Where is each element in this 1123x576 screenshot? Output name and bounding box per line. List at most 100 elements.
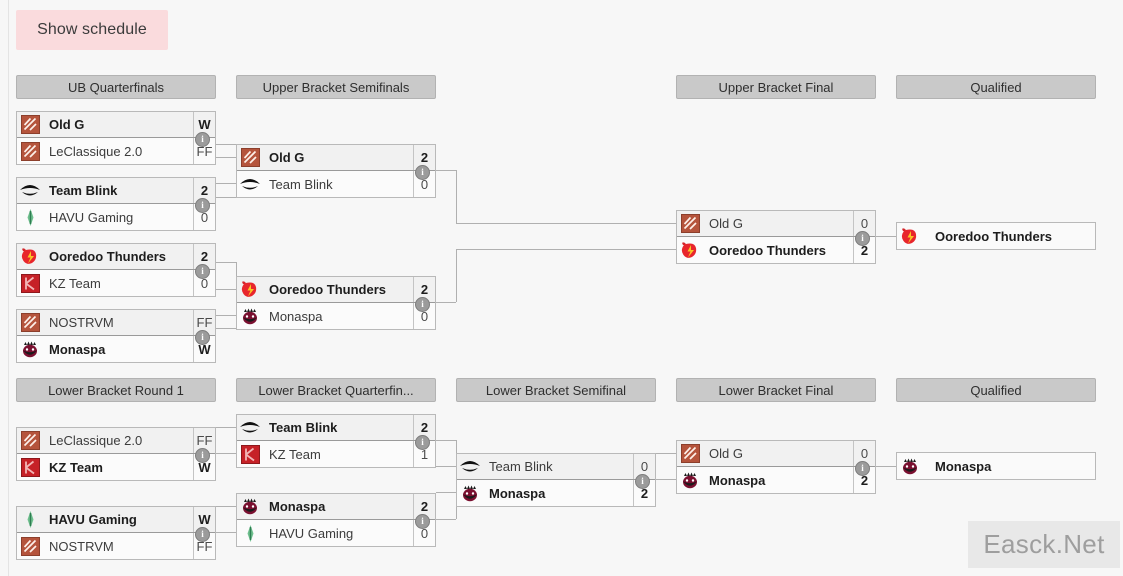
connector bbox=[216, 197, 236, 198]
team-name: KZ Team bbox=[49, 275, 101, 291]
match-lb-r1-2[interactable]: HAVU Gaming W NOSTRVM FF i bbox=[16, 506, 216, 560]
match-lb-final[interactable]: Old G 0 Monaspa 2 i bbox=[676, 440, 876, 494]
match-info-icon[interactable]: i bbox=[195, 527, 210, 542]
team-blink-logo-icon bbox=[237, 415, 263, 441]
match-row-top[interactable]: Old G 0 bbox=[677, 211, 875, 237]
connector bbox=[216, 144, 236, 145]
havu-logo-icon bbox=[17, 204, 43, 230]
match-lb-r1-1[interactable]: LeClassique 2.0 FF KZ Team W i bbox=[16, 427, 216, 481]
team-name: Monaspa bbox=[269, 499, 326, 514]
match-lb-qf-2[interactable]: Monaspa 2 HAVU Gaming 0 i bbox=[236, 493, 436, 547]
connector bbox=[216, 532, 236, 533]
dota-default-logo-icon bbox=[17, 533, 43, 559]
qualified-team-lower[interactable]: Monaspa bbox=[896, 452, 1096, 480]
match-row-top[interactable]: Ooredoo Thunders 2 bbox=[17, 244, 215, 270]
match-lb-semifinal[interactable]: Team Blink 0 Monaspa 2 i bbox=[456, 453, 656, 507]
match-info-icon[interactable]: i bbox=[855, 461, 870, 476]
team-name: HAVU Gaming bbox=[49, 209, 134, 225]
connector bbox=[456, 223, 676, 224]
match-row-bottom[interactable]: Team Blink 0 bbox=[237, 171, 435, 197]
match-row-bottom[interactable]: KZ Team W bbox=[17, 454, 215, 480]
match-info-icon[interactable]: i bbox=[195, 264, 210, 279]
kz-team-logo-icon bbox=[237, 441, 263, 467]
team-name: HAVU Gaming bbox=[269, 525, 354, 541]
team-name: Team Blink bbox=[269, 420, 338, 435]
connector bbox=[456, 249, 457, 302]
team-name: Old G bbox=[269, 150, 305, 165]
round-header-ub-qualified: Qualified bbox=[896, 75, 1096, 99]
match-row-bottom[interactable]: HAVU Gaming 0 bbox=[17, 204, 215, 230]
match-ub-sf-1[interactable]: Old G 2 Team Blink 0 i bbox=[236, 144, 436, 198]
team-name: Ooredoo Thunders bbox=[269, 282, 386, 297]
match-row-bottom[interactable]: Monaspa 2 bbox=[677, 467, 875, 493]
ooredoo-logo-icon bbox=[17, 244, 43, 270]
match-info-icon[interactable]: i bbox=[415, 514, 430, 529]
match-row-top[interactable]: HAVU Gaming W bbox=[17, 507, 215, 533]
monaspa-logo-icon bbox=[237, 303, 263, 329]
match-row-bottom[interactable]: Monaspa 2 bbox=[457, 480, 655, 506]
round-header-ub-final: Upper Bracket Final bbox=[676, 75, 876, 99]
match-row-bottom[interactable]: LeClassique 2.0 FF bbox=[17, 138, 215, 164]
match-row-top[interactable]: Team Blink 2 bbox=[237, 415, 435, 441]
match-row-top[interactable]: NOSTRVM FF bbox=[17, 310, 215, 336]
dota-default-logo-icon bbox=[17, 428, 43, 454]
match-info-icon[interactable]: i bbox=[415, 165, 430, 180]
dota-default-logo-icon bbox=[237, 145, 263, 171]
match-row-top[interactable]: Old G W bbox=[17, 112, 215, 138]
match-row-bottom[interactable]: KZ Team 0 bbox=[17, 270, 215, 296]
match-row-bottom[interactable]: NOSTRVM FF bbox=[17, 533, 215, 559]
connector bbox=[216, 262, 236, 263]
match-row-bottom[interactable]: HAVU Gaming 0 bbox=[237, 520, 435, 546]
round-header-lb-qualified: Qualified bbox=[896, 378, 1096, 402]
round-header-lb-quarterfinals: Lower Bracket Quarterfin... bbox=[236, 378, 436, 402]
connector bbox=[216, 183, 236, 184]
match-ub-sf-2[interactable]: Ooredoo Thunders 2 Monaspa 0 i bbox=[236, 276, 436, 330]
show-schedule-button[interactable]: Show schedule bbox=[16, 10, 168, 50]
match-ub-qf-3[interactable]: Ooredoo Thunders 2 KZ Team 0 i bbox=[16, 243, 216, 297]
match-row-top[interactable]: Team Blink 2 bbox=[17, 178, 215, 204]
team-name: KZ Team bbox=[269, 446, 321, 462]
match-ub-qf-4[interactable]: NOSTRVM FF Monaspa W i bbox=[16, 309, 216, 363]
match-info-icon[interactable]: i bbox=[195, 448, 210, 463]
connector bbox=[216, 315, 236, 316]
page-left-rule bbox=[8, 0, 9, 576]
round-header-lb-semifinal: Lower Bracket Semifinal bbox=[456, 378, 656, 402]
match-row-bottom[interactable]: KZ Team 1 bbox=[237, 441, 435, 467]
match-row-top[interactable]: Team Blink 0 bbox=[457, 454, 655, 480]
match-row-bottom[interactable]: Ooredoo Thunders 2 bbox=[677, 237, 875, 263]
connector bbox=[436, 440, 456, 441]
bracket-stage: Show schedule UB Quarterfinals Upper Bra… bbox=[0, 0, 1123, 576]
connector bbox=[876, 466, 896, 467]
qualified-team-upper[interactable]: Ooredoo Thunders bbox=[896, 222, 1096, 250]
match-ub-qf-1[interactable]: Old G W LeClassique 2.0 FF i bbox=[16, 111, 216, 165]
match-row-top[interactable]: Old G 2 bbox=[237, 145, 435, 171]
match-info-icon[interactable]: i bbox=[635, 474, 650, 489]
team-name: LeClassique 2.0 bbox=[49, 143, 143, 159]
match-info-icon[interactable]: i bbox=[195, 330, 210, 345]
team-name: Monaspa bbox=[935, 458, 992, 474]
team-name: Team Blink bbox=[489, 459, 553, 474]
match-row-bottom[interactable]: Monaspa 0 bbox=[237, 303, 435, 329]
havu-logo-icon bbox=[17, 507, 43, 533]
match-info-icon[interactable]: i bbox=[855, 231, 870, 246]
connector bbox=[456, 170, 457, 223]
dota-default-logo-icon bbox=[17, 138, 43, 164]
match-ub-qf-2[interactable]: Team Blink 2 HAVU Gaming 0 i bbox=[16, 177, 216, 231]
connector bbox=[216, 328, 236, 329]
match-ub-final[interactable]: Old G 0 Ooredoo Thunders 2 i bbox=[676, 210, 876, 264]
match-row-top[interactable]: LeClassique 2.0 FF bbox=[17, 428, 215, 454]
team-name: Monaspa bbox=[49, 341, 106, 357]
match-info-icon[interactable]: i bbox=[195, 198, 210, 213]
match-lb-qf-1[interactable]: Team Blink 2 KZ Team 1 i bbox=[236, 414, 436, 468]
match-info-icon[interactable]: i bbox=[195, 132, 210, 147]
ooredoo-logo-icon bbox=[677, 237, 703, 263]
match-info-icon[interactable]: i bbox=[415, 297, 430, 312]
match-row-top[interactable]: Monaspa 2 bbox=[237, 494, 435, 520]
team-name: LeClassique 2.0 bbox=[49, 433, 143, 448]
dota-default-logo-icon bbox=[17, 112, 43, 138]
match-row-bottom[interactable]: Monaspa W bbox=[17, 336, 215, 362]
match-row-top[interactable]: Old G 0 bbox=[677, 441, 875, 467]
connector bbox=[436, 302, 456, 303]
match-info-icon[interactable]: i bbox=[415, 435, 430, 450]
match-row-top[interactable]: Ooredoo Thunders 2 bbox=[237, 277, 435, 303]
